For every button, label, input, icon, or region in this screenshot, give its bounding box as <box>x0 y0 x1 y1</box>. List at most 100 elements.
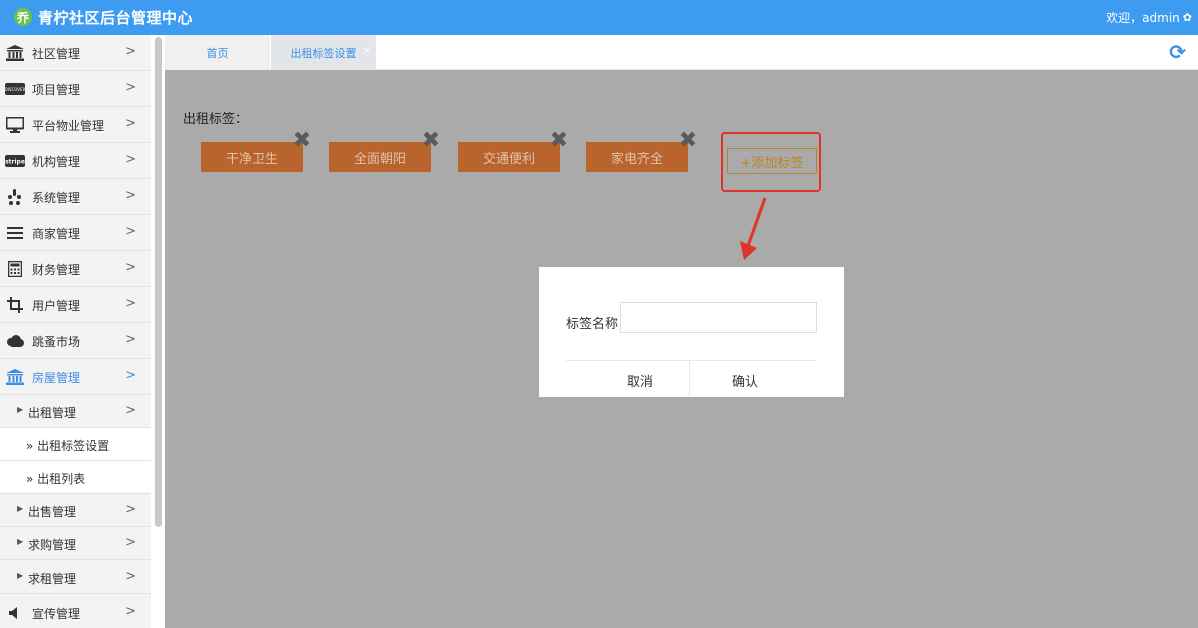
caret-right-icon: ▶ <box>17 571 24 580</box>
remove-tag-icon[interactable]: ✖ <box>548 130 570 152</box>
sidebar-item-property[interactable]: 平台物业管理 > <box>0 107 151 143</box>
sidebar-item-label: 宣传管理 <box>32 607 81 621</box>
sidebar-scrollbar[interactable] <box>155 37 162 527</box>
volume-icon <box>5 604 25 622</box>
chevron-right-icon: > <box>125 535 136 550</box>
remove-tag-icon[interactable]: ✖ <box>291 130 313 152</box>
tab-bar: 首页 出租标签设置 ✕ ⟳ <box>165 35 1198 70</box>
bars-icon <box>5 224 25 242</box>
tab-label: 出租标签设置 <box>290 46 357 60</box>
sidebar-sub-label: 求购管理 <box>28 538 77 552</box>
chevron-right-icon: > <box>125 368 136 383</box>
tag-item[interactable]: 交通便利 <box>458 142 560 172</box>
user-menu[interactable]: 欢迎，admin ✿ <box>1106 9 1192 26</box>
yelp-icon <box>5 188 25 206</box>
sidebar-sub-rent-list[interactable]: » 出租列表 <box>0 461 151 494</box>
confirm-button[interactable]: 确认 <box>732 371 758 390</box>
sidebar-item-label: 用户管理 <box>32 299 81 313</box>
remove-tag-icon[interactable]: ✖ <box>677 130 699 152</box>
tags-label: 出租标签： <box>183 112 249 127</box>
svg-text:DISCOVER: DISCOVER <box>5 87 25 92</box>
sidebar-item-label: 机构管理 <box>32 155 81 169</box>
sidebar-item-label: 社区管理 <box>32 47 81 61</box>
sidebar-sub-sale[interactable]: ▶ 出售管理 > <box>0 494 151 527</box>
sidebar: 社区管理 > DISCOVER 项目管理 > 平台物业管理 > stripe 机… <box>0 35 151 628</box>
sidebar-sub-rent[interactable]: ▶ 出租管理 > <box>0 395 151 428</box>
crop-icon <box>5 296 25 314</box>
sidebar-item-finance[interactable]: 财务管理 > <box>0 251 151 287</box>
caret-right-icon: ▶ <box>17 537 24 546</box>
sidebar-sub-buy[interactable]: ▶ 求购管理 > <box>0 527 151 560</box>
chevron-right-icon: > <box>125 604 136 619</box>
sidebar-item-project[interactable]: DISCOVER 项目管理 > <box>0 71 151 107</box>
rent-tag-settings-label: 出租标签设置 <box>37 439 110 453</box>
dialog-divider <box>566 360 817 361</box>
welcome-text[interactable]: 欢迎，admin <box>1106 9 1180 26</box>
sidebar-item-user[interactable]: 用户管理 > <box>0 287 151 323</box>
refresh-icon[interactable]: ⟳ <box>1169 40 1186 64</box>
bank-icon <box>5 44 25 62</box>
cancel-button[interactable]: 取消 <box>627 371 653 390</box>
svg-text:stripe: stripe <box>5 159 25 166</box>
top-bar: 乔 青柠社区后台管理中心 欢迎，admin ✿ <box>0 0 1198 35</box>
sidebar-item-merchant[interactable]: 商家管理 > <box>0 215 151 251</box>
sidebar-item-label: 跳蚤市场 <box>32 335 81 349</box>
sidebar-item-housing[interactable]: 房屋管理 > <box>0 359 151 395</box>
sidebar-item-label: 系统管理 <box>32 191 81 205</box>
chevron-right-icon: > <box>125 403 136 418</box>
sidebar-sub-label: 出租管理 <box>28 406 77 420</box>
chevron-right-icon: > <box>125 188 136 203</box>
sidebar-sub-label: 出售管理 <box>28 505 77 519</box>
discover-card-icon: DISCOVER <box>5 80 25 98</box>
chevron-right-icon: > <box>125 44 136 59</box>
stripe-icon: stripe <box>5 152 25 170</box>
tab-rent-tag-settings[interactable]: 出租标签设置 ✕ <box>271 35 376 70</box>
gear-icon[interactable]: ✿ <box>1183 11 1192 24</box>
tag-name-label: 标签名称 <box>566 317 619 332</box>
monitor-icon <box>5 116 25 134</box>
tag-item[interactable]: 干净卫生 <box>201 142 303 172</box>
close-icon[interactable]: ✕ <box>363 46 371 57</box>
sidebar-subsub-label: » 出租列表 <box>26 472 86 486</box>
chevron-right-icon: > <box>125 296 136 311</box>
chevron-right-icon: > <box>125 80 136 95</box>
add-tag-dialog: 标签名称 取消 确认 <box>539 267 844 397</box>
caret-right-icon: ▶ <box>17 504 24 513</box>
sidebar-sub-rent-tag-settings[interactable]: » 出租标签设置 <box>0 428 151 461</box>
chevron-right-icon: > <box>125 152 136 167</box>
tag-item[interactable]: 全面朝阳 <box>329 142 431 172</box>
bank-icon <box>5 368 25 386</box>
app-title: 青柠社区后台管理中心 <box>38 9 194 27</box>
caret-right-icon: ▶ <box>17 405 24 414</box>
annotation-arrow-icon <box>740 197 767 260</box>
chevron-right-icon: > <box>125 116 136 131</box>
sidebar-item-flea-market[interactable]: 跳蚤市场 > <box>0 323 151 359</box>
logo-icon: 乔 <box>14 6 32 28</box>
sidebar-item-label: 项目管理 <box>32 83 81 97</box>
add-tag-button[interactable]: +添加标签 <box>727 148 817 174</box>
chevron-right-icon: > <box>125 260 136 275</box>
sidebar-sub-want-rent[interactable]: ▶ 求租管理 > <box>0 561 151 594</box>
tag-item[interactable]: 家电齐全 <box>586 142 688 172</box>
sidebar-item-label: 房屋管理 <box>32 371 81 385</box>
chevron-right-icon: > <box>125 224 136 239</box>
rent-list-label: 出租列表 <box>37 472 86 486</box>
sidebar-item-label: 财务管理 <box>32 263 81 277</box>
chevron-right-icon: > <box>125 502 136 517</box>
sidebar-subsub-label: » 出租标签设置 <box>26 439 110 453</box>
tab-home[interactable]: 首页 <box>165 35 270 70</box>
cloud-icon <box>5 332 25 350</box>
calculator-icon <box>5 260 25 278</box>
chevron-right-icon: > <box>125 569 136 584</box>
sidebar-item-institution[interactable]: stripe 机构管理 > <box>0 143 151 179</box>
sidebar-sub-label: 求租管理 <box>28 572 77 586</box>
sidebar-item-community[interactable]: 社区管理 > <box>0 35 151 71</box>
dialog-button-divider <box>689 361 690 397</box>
chevron-right-icon: > <box>125 332 136 347</box>
sidebar-item-label: 商家管理 <box>32 227 81 241</box>
sidebar-item-system[interactable]: 系统管理 > <box>0 179 151 215</box>
tag-name-input[interactable] <box>620 302 817 333</box>
remove-tag-icon[interactable]: ✖ <box>420 130 442 152</box>
sidebar-item-label: 平台物业管理 <box>32 119 105 133</box>
sidebar-item-promo[interactable]: 宣传管理 > <box>0 595 151 628</box>
